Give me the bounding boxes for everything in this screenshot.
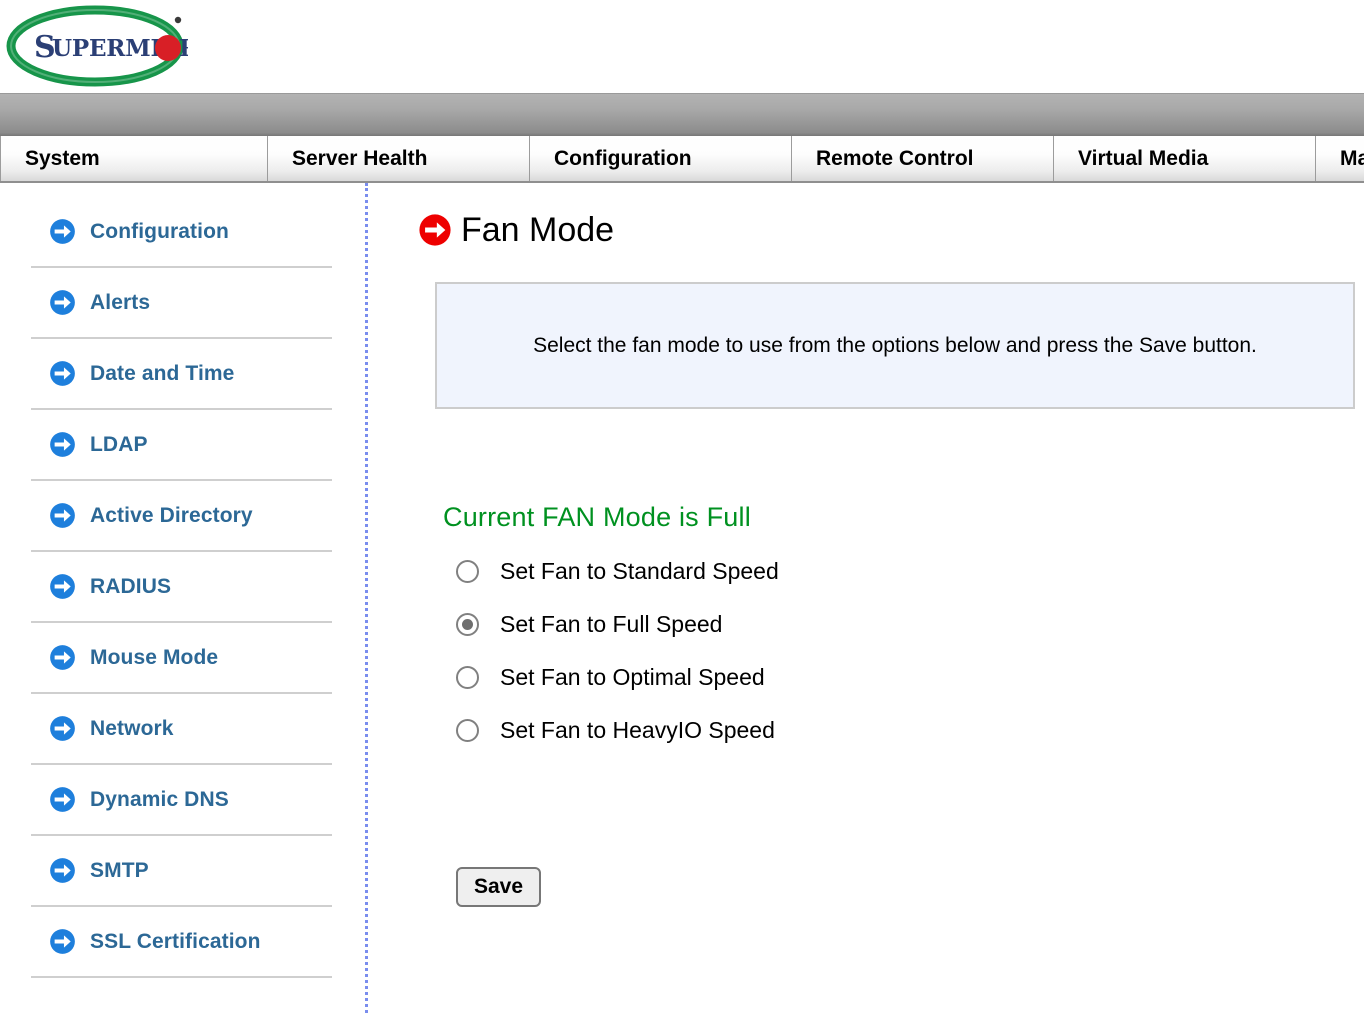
- blue-arrow-circle-icon: [50, 432, 75, 457]
- sidebar-item-label: Configuration: [90, 219, 229, 243]
- radio-button-full[interactable]: [456, 613, 479, 636]
- sidebar-item-label: SMTP: [90, 858, 149, 882]
- nav-tab-server-health[interactable]: Server Health: [268, 136, 530, 181]
- sidebar-item-active-directory[interactable]: Active Directory: [31, 481, 332, 552]
- blue-arrow-circle-icon: [50, 219, 75, 244]
- sidebar-item-label: LDAP: [90, 432, 148, 456]
- blue-arrow-circle-icon: [50, 361, 75, 386]
- sidebar-item-label: Mouse Mode: [90, 645, 219, 669]
- blue-arrow-circle-icon: [50, 574, 75, 599]
- sidebar-item-network[interactable]: Network: [31, 694, 332, 765]
- sidebar-item-label: Date and Time: [90, 361, 235, 385]
- sidebar-item-label: RADIUS: [90, 574, 172, 598]
- sidebar-item-ssl-certification[interactable]: SSL Certification: [31, 907, 332, 978]
- nav-tab-system[interactable]: System: [0, 136, 268, 181]
- info-message-box: Select the fan mode to use from the opti…: [435, 282, 1355, 409]
- red-arrow-circle-icon: [419, 214, 451, 246]
- blue-arrow-circle-icon: [50, 929, 75, 954]
- radio-button-optimal[interactable]: [456, 666, 479, 689]
- blue-arrow-circle-icon: [50, 645, 75, 670]
- sidebar-navigation: Configuration Alerts Date and Time LDAP: [0, 183, 368, 1013]
- nav-tab-label: Configuration: [554, 146, 692, 170]
- fan-option-label: Set Fan to HeavyIO Speed: [500, 717, 775, 743]
- blue-arrow-circle-icon: [50, 290, 75, 315]
- logo-header: S UPERMICR: [0, 0, 1364, 93]
- blue-arrow-circle-icon: [50, 787, 75, 812]
- nav-tab-maintenance[interactable]: Ma: [1316, 136, 1364, 181]
- nav-tab-label: Remote Control: [816, 146, 974, 170]
- radio-button-standard[interactable]: [456, 560, 479, 583]
- save-button[interactable]: Save: [456, 867, 542, 907]
- info-message-text: Select the fan mode to use from the opti…: [533, 333, 1257, 357]
- main-content: Fan Mode Select the fan mode to use from…: [368, 183, 1364, 1013]
- nav-tab-label: Ma: [1340, 146, 1364, 170]
- sidebar-item-label: Active Directory: [90, 503, 253, 527]
- header-gradient-strip: [0, 93, 1364, 136]
- blue-arrow-circle-icon: [50, 503, 75, 528]
- nav-tab-label: Server Health: [292, 146, 428, 170]
- page-body: Configuration Alerts Date and Time LDAP: [0, 183, 1364, 1013]
- fan-option-label: Set Fan to Full Speed: [500, 611, 723, 637]
- sidebar-item-ldap[interactable]: LDAP: [31, 410, 332, 481]
- sidebar-item-label: Network: [90, 716, 174, 740]
- page-title-row: Fan Mode: [418, 205, 1364, 255]
- sidebar-item-alerts[interactable]: Alerts: [31, 268, 332, 339]
- fan-option-optimal[interactable]: Set Fan to Optimal Speed: [443, 651, 1364, 704]
- nav-tab-label: System: [25, 146, 100, 170]
- sidebar-item-mouse-mode[interactable]: Mouse Mode: [31, 623, 332, 694]
- nav-tab-virtual-media[interactable]: Virtual Media: [1054, 136, 1316, 181]
- nav-tab-configuration[interactable]: Configuration: [530, 136, 792, 181]
- fan-mode-section: Current FAN Mode is Full Set Fan to Stan…: [443, 502, 1364, 907]
- sidebar-item-radius[interactable]: RADIUS: [31, 552, 332, 623]
- main-navigation: System Server Health Configuration Remot…: [0, 136, 1364, 183]
- sidebar-item-dynamic-dns[interactable]: Dynamic DNS: [31, 765, 332, 836]
- fan-option-heavyio[interactable]: Set Fan to HeavyIO Speed: [443, 704, 1364, 757]
- fan-option-label: Set Fan to Standard Speed: [500, 558, 779, 584]
- fan-option-standard[interactable]: Set Fan to Standard Speed: [443, 545, 1364, 598]
- sidebar-item-label: Alerts: [90, 290, 151, 314]
- sidebar-item-date-and-time[interactable]: Date and Time: [31, 339, 332, 410]
- save-button-wrap: Save: [456, 867, 1364, 907]
- current-fan-mode-status: Current FAN Mode is Full: [443, 502, 751, 532]
- sidebar-item-label: Dynamic DNS: [90, 787, 229, 811]
- nav-tab-label: Virtual Media: [1078, 146, 1209, 170]
- fan-option-full[interactable]: Set Fan to Full Speed: [443, 598, 1364, 651]
- sidebar-item-configuration[interactable]: Configuration: [31, 197, 332, 268]
- sidebar-item-label: SSL Certification: [90, 929, 261, 953]
- radio-button-heavyio[interactable]: [456, 719, 479, 742]
- supermicro-logo: S UPERMICR: [6, 5, 188, 87]
- fan-option-label: Set Fan to Optimal Speed: [500, 664, 765, 690]
- sidebar-item-smtp[interactable]: SMTP: [31, 836, 332, 907]
- blue-arrow-circle-icon: [50, 858, 75, 883]
- page-title: Fan Mode: [461, 211, 615, 249]
- blue-arrow-circle-icon: [50, 716, 75, 741]
- nav-tab-remote-control[interactable]: Remote Control: [792, 136, 1054, 181]
